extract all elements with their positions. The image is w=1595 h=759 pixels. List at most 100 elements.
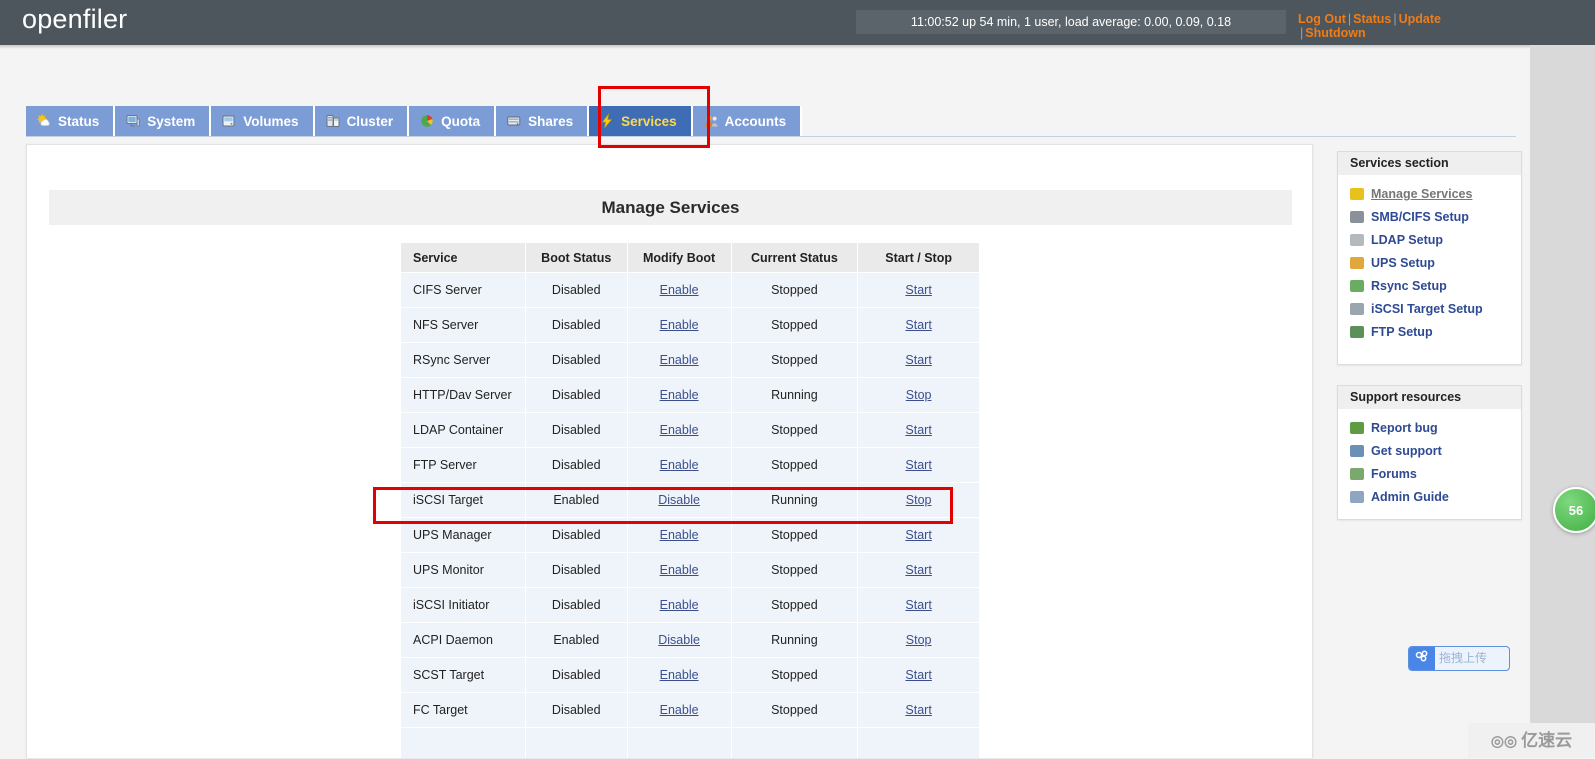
header-shadow bbox=[0, 45, 1595, 49]
cell-service: NFS Server bbox=[400, 307, 526, 343]
table-row bbox=[400, 727, 980, 758]
start-stop-link[interactable]: Stop bbox=[906, 633, 932, 647]
modify-boot-link[interactable]: Enable bbox=[660, 353, 699, 367]
manage-services-table: Service Boot Status Modify Boot Current … bbox=[400, 242, 980, 758]
services-section-title: Services section bbox=[1338, 152, 1521, 175]
cell-service bbox=[400, 727, 526, 758]
modify-boot-link[interactable]: Enable bbox=[660, 458, 699, 472]
ldap-icon bbox=[1350, 234, 1364, 246]
tab-accounts[interactable]: Accounts bbox=[692, 106, 803, 137]
start-stop-link[interactable]: Start bbox=[905, 318, 931, 332]
tab-quota[interactable]: Quota bbox=[409, 106, 497, 137]
support-section-list: Report bug Get support Forums Admin Guide bbox=[1338, 409, 1521, 509]
cell-current-status: Stopped bbox=[730, 517, 859, 553]
start-stop-link[interactable]: Start bbox=[905, 563, 931, 577]
cell-current-status: Stopped bbox=[730, 412, 859, 448]
start-stop-link[interactable]: Stop bbox=[906, 388, 932, 402]
cell-modify-boot: Enable bbox=[626, 517, 732, 553]
cell-modify-boot: Disable bbox=[626, 622, 732, 658]
start-stop-link[interactable]: Start bbox=[905, 353, 931, 367]
cell-boot-status: Disabled bbox=[524, 412, 628, 448]
sidebar-item-forums[interactable]: Forums bbox=[1350, 463, 1521, 486]
cell-modify-boot: Enable bbox=[626, 657, 732, 693]
sidebar-item-label: FTP Setup bbox=[1371, 325, 1433, 339]
cell-boot-status: Disabled bbox=[524, 447, 628, 483]
table-row: UPS Manager Disabled Enable Stopped Start bbox=[400, 517, 980, 553]
modify-boot-link[interactable]: Enable bbox=[660, 283, 699, 297]
cell-start-stop: Start bbox=[857, 412, 980, 448]
modify-boot-link[interactable]: Enable bbox=[660, 318, 699, 332]
sidebar-item-iscsi-target-setup[interactable]: iSCSI Target Setup bbox=[1350, 298, 1521, 321]
cell-service: FC Target bbox=[400, 692, 526, 728]
modify-boot-link[interactable]: Enable bbox=[660, 563, 699, 577]
tab-system[interactable]: System bbox=[115, 106, 212, 137]
modify-boot-link[interactable]: Enable bbox=[660, 423, 699, 437]
modify-boot-link[interactable]: Enable bbox=[660, 598, 699, 612]
start-stop-link[interactable]: Start bbox=[905, 528, 931, 542]
sidebar-item-get-support[interactable]: Get support bbox=[1350, 440, 1521, 463]
modify-boot-link[interactable]: Disable bbox=[658, 493, 700, 507]
update-link[interactable]: Update bbox=[1399, 12, 1441, 26]
modify-boot-link[interactable]: Enable bbox=[660, 668, 699, 682]
sidebar-item-ftp-setup[interactable]: FTP Setup bbox=[1350, 321, 1521, 344]
tab-shares[interactable]: Shares bbox=[496, 106, 590, 137]
column-header-current-status: Current Status bbox=[730, 242, 859, 273]
status-link[interactable]: Status bbox=[1353, 12, 1391, 26]
start-stop-link[interactable]: Stop bbox=[906, 493, 932, 507]
sidebar-item-label: Forums bbox=[1371, 467, 1417, 481]
drag-upload-widget[interactable]: 拖拽上传 bbox=[1408, 646, 1510, 671]
sidebar-item-rsync-setup[interactable]: Rsync Setup bbox=[1350, 275, 1521, 298]
tab-status[interactable]: Status bbox=[26, 106, 116, 137]
cell-modify-boot: Enable bbox=[626, 412, 732, 448]
sidebar-item-ldap-setup[interactable]: LDAP Setup bbox=[1350, 229, 1521, 252]
cell-start-stop: Stop bbox=[857, 622, 980, 658]
start-stop-link[interactable]: Start bbox=[905, 423, 931, 437]
shutdown-link[interactable]: Shutdown bbox=[1305, 26, 1365, 40]
modify-boot-link[interactable]: Disable bbox=[658, 633, 700, 647]
services-section-panel: Services section Manage Services SMB/CIFS… bbox=[1337, 151, 1522, 365]
tab-label: Status bbox=[58, 114, 100, 129]
cell-service: iSCSI Initiator bbox=[400, 587, 526, 623]
start-stop-link[interactable]: Start bbox=[905, 598, 931, 612]
sidebar-item-label: Get support bbox=[1371, 444, 1442, 458]
cell-boot-status: Enabled bbox=[524, 482, 628, 518]
tab-label: Services bbox=[621, 114, 677, 129]
rsync-icon bbox=[1350, 280, 1364, 292]
log-out-link[interactable]: Log Out bbox=[1298, 12, 1346, 26]
cell-modify-boot: Enable bbox=[626, 272, 732, 308]
tab-services[interactable]: Services bbox=[589, 106, 693, 137]
sidebar-item-report-bug[interactable]: Report bug bbox=[1350, 417, 1521, 440]
cell-start-stop: Start bbox=[857, 272, 980, 308]
sidebar-item-admin-guide[interactable]: Admin Guide bbox=[1350, 486, 1521, 509]
cell-boot-status: Disabled bbox=[524, 272, 628, 308]
modify-boot-link[interactable]: Enable bbox=[660, 528, 699, 542]
sidebar-item-label: Admin Guide bbox=[1371, 490, 1449, 504]
pie-chart-icon bbox=[419, 109, 435, 127]
sidebar-item-ups-setup[interactable]: UPS Setup bbox=[1350, 252, 1521, 275]
cell-current-status: Stopped bbox=[730, 342, 859, 378]
table-row: HTTP/Dav Server Disabled Enable Running Stop bbox=[400, 377, 980, 413]
forum-icon bbox=[1350, 468, 1364, 480]
sidebar-item-smb-cifs-setup[interactable]: SMB/CIFS Setup bbox=[1350, 206, 1521, 229]
tab-volumes[interactable]: Volumes bbox=[211, 106, 315, 137]
tab-cluster[interactable]: Cluster bbox=[314, 106, 410, 137]
cell-service: UPS Monitor bbox=[400, 552, 526, 588]
top-header-bar: openfiler 11:00:52 up 54 min, 1 user, lo… bbox=[0, 0, 1595, 45]
modify-boot-link[interactable]: Enable bbox=[660, 388, 699, 402]
cell-current-status: Stopped bbox=[730, 307, 859, 343]
sidebar-item-label: Report bug bbox=[1371, 421, 1438, 435]
bug-icon bbox=[1350, 422, 1364, 434]
start-stop-link[interactable]: Start bbox=[905, 703, 931, 717]
cell-boot-status: Disabled bbox=[524, 657, 628, 693]
sidebar-item-manage-services[interactable]: Manage Services bbox=[1350, 183, 1521, 206]
cell-start-stop: Start bbox=[857, 692, 980, 728]
modify-boot-link[interactable]: Enable bbox=[660, 703, 699, 717]
start-stop-link[interactable]: Start bbox=[905, 283, 931, 297]
floating-green-badge[interactable]: 56 bbox=[1553, 487, 1595, 533]
watermark-mark-icon: ◎◎ bbox=[1490, 733, 1518, 750]
start-stop-link[interactable]: Start bbox=[905, 458, 931, 472]
cell-current-status: Stopped bbox=[730, 272, 859, 308]
monitor-icon bbox=[125, 109, 141, 127]
disk-stack-icon bbox=[221, 109, 237, 127]
start-stop-link[interactable]: Start bbox=[905, 668, 931, 682]
